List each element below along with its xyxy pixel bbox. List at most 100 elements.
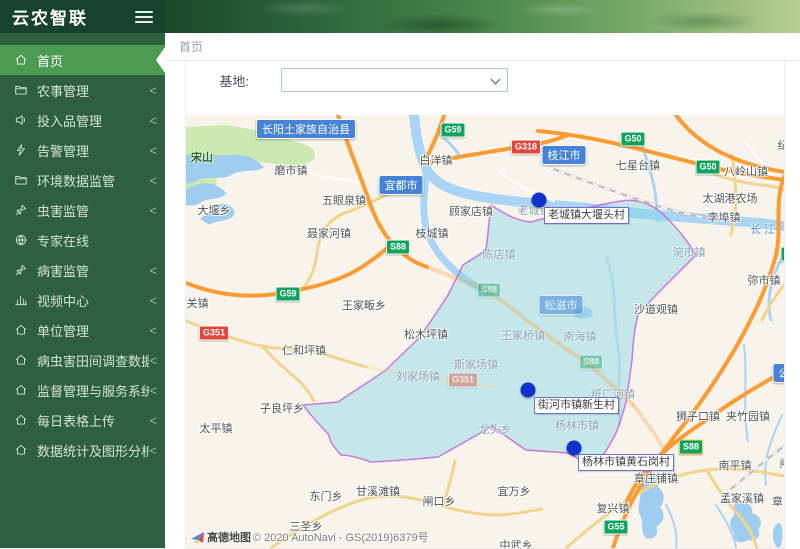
map-label: 子良坪乡 — [260, 403, 304, 415]
sidebar-item-label: 监督管理与服务系统 — [37, 383, 150, 399]
sidebar-item-label: 病虫害田间调查数据 — [37, 353, 150, 369]
map-label: 李埠镇 — [707, 212, 741, 224]
base-select[interactable] — [281, 68, 508, 92]
map-copyright: © 2020 AutoNavi - GS(2019)6379号 — [253, 532, 429, 544]
sidebar-item[interactable]: 虫害监管 < — [0, 195, 165, 225]
sidebar-item[interactable]: 单位管理 < — [0, 315, 165, 345]
map-label: 太湖港农场 — [702, 193, 758, 205]
map-label: 夹竹园镇 — [726, 411, 770, 423]
home-icon — [14, 53, 28, 67]
map-marker[interactable] — [520, 382, 536, 398]
base-filter-row: 基地: — [186, 61, 784, 115]
breadcrumb-home: 首页 — [179, 40, 204, 54]
chevron-left-icon: < — [149, 142, 157, 158]
chevron-left-icon: < — [149, 382, 157, 398]
map-attribution: 高德地图 © 2020 AutoNavi - GS(2019)6379号 — [190, 529, 429, 545]
sidebar-item[interactable]: 农事管理 < — [0, 75, 165, 105]
chevron-left-icon: < — [149, 412, 157, 428]
sidebar-item[interactable]: 视频中心 < — [0, 285, 165, 315]
map[interactable]: 长阳土家族自治县 宜都市 枝江市 松滋市 公安县 宋山 长江 磨市镇 大堰乡 — [186, 115, 784, 548]
chevron-left-icon: < — [149, 202, 157, 218]
map-label: 龙头乡 — [478, 424, 512, 436]
sidebar-item[interactable]: 首页 — [0, 45, 165, 75]
pin-icon — [14, 263, 28, 277]
map-label: 闸口镇 — [780, 455, 785, 471]
chevron-left-icon: < — [149, 112, 157, 128]
folder-icon — [14, 83, 28, 97]
brand: 云农智联 — [0, 0, 165, 33]
map-label: 磨市镇 — [274, 165, 308, 177]
map-label: 长江 — [750, 224, 778, 236]
map-label: 八岭山镇 — [724, 166, 768, 178]
map-label: 宜万乡 — [497, 486, 531, 498]
sidebar-item[interactable]: 病害监管 < — [0, 255, 165, 285]
map-label: 七星台镇 — [616, 160, 660, 172]
map-label: 沙道观镇 — [634, 304, 678, 316]
road-badge: G59 — [440, 122, 466, 138]
road-badge: G55 — [603, 519, 629, 535]
map-label: 枝城镇 — [415, 228, 449, 240]
map-label: 章庄铺镇 — [634, 473, 678, 485]
chart-icon — [14, 293, 28, 307]
map-label: 南平镇 — [718, 460, 752, 472]
sidebar-item[interactable]: 投入品管理 < — [0, 105, 165, 135]
map-label: 枝江市 — [541, 145, 587, 165]
map-label: 白洋镇 — [419, 155, 453, 167]
map-label: 松滋市 — [538, 295, 584, 315]
sidebar-item-label: 视频中心 — [37, 293, 90, 309]
sidebar-item-label: 投入品管理 — [37, 113, 103, 129]
sidebar-item[interactable]: 专家在线 — [0, 225, 165, 255]
home-icon — [14, 323, 28, 337]
amap-logo[interactable]: 高德地图 — [190, 529, 253, 545]
road-badge: G55 — [780, 246, 784, 262]
sidebar-item[interactable]: 每日表格上传 < — [0, 405, 165, 435]
map-label: 仁和坪镇 — [282, 345, 326, 357]
sidebar-item[interactable]: 告警管理 < — [0, 135, 165, 165]
map-label: 长阳土家族自治县 — [256, 119, 356, 139]
home-icon — [14, 413, 28, 427]
sidebar-item-label: 环境数据监管 — [37, 173, 116, 189]
sidebar-item-label: 首页 — [37, 53, 64, 69]
sidebar-item[interactable]: 环境数据监管 < — [0, 165, 165, 195]
map-label: 聂家河镇 — [307, 228, 351, 240]
map-label: 公安县 — [772, 363, 784, 383]
folder-icon — [14, 173, 28, 187]
chevron-left-icon: < — [149, 172, 157, 188]
map-label: 顾家店镇 — [449, 206, 493, 218]
marker-tooltip: 街河市镇新生村 — [534, 397, 619, 414]
sidebar-item-label: 病害监管 — [37, 263, 90, 279]
hamburger-icon[interactable] — [135, 8, 153, 26]
map-label: 涴市镇 — [672, 247, 706, 259]
sidebar-item-label: 数据统计及图形分析 — [37, 443, 150, 459]
map-label: 宜都市 — [378, 175, 424, 195]
sidebar-item-label: 每日表格上传 — [37, 413, 116, 429]
road-badge: G59 — [275, 286, 301, 302]
map-marker[interactable] — [531, 192, 547, 208]
chevron-left-icon: < — [149, 82, 157, 98]
sidebar-item[interactable]: 病虫害田间调查数据 < — [0, 345, 165, 375]
sidebar-item-label: 单位管理 — [37, 323, 90, 339]
map-label: 纪南镇 — [777, 140, 785, 152]
chevron-left-icon: < — [149, 262, 157, 278]
map-label: 陈店镇 — [482, 249, 516, 261]
map-label: 中武乡 — [499, 540, 533, 548]
home-icon — [14, 443, 28, 457]
sidebar-item[interactable]: 数据统计及图形分析 < — [0, 435, 165, 465]
road-badge: G318 — [510, 139, 542, 155]
map-label: 孟家溪镇 — [720, 493, 764, 505]
chevron-left-icon: < — [149, 292, 157, 308]
road-badge: G351 — [447, 372, 479, 388]
sidebar-item-label: 农事管理 — [37, 83, 90, 99]
map-label: 东门乡 — [309, 491, 343, 503]
map-label: 五眼泉镇 — [322, 195, 366, 207]
road-badge: G50 — [620, 131, 646, 147]
base-label: 基地: — [219, 73, 249, 89]
map-label: 刘家场镇 — [396, 371, 440, 383]
paper-plane-icon — [191, 531, 204, 544]
globe-icon — [14, 233, 28, 247]
map-label: 闸口乡 — [422, 496, 456, 508]
sidebar-item[interactable]: 监督管理与服务系统 < — [0, 375, 165, 405]
map-label: 复兴镇 — [596, 503, 630, 515]
sidebar-item-label: 专家在线 — [37, 233, 90, 249]
map-label: 章田寺乡 — [772, 496, 784, 508]
